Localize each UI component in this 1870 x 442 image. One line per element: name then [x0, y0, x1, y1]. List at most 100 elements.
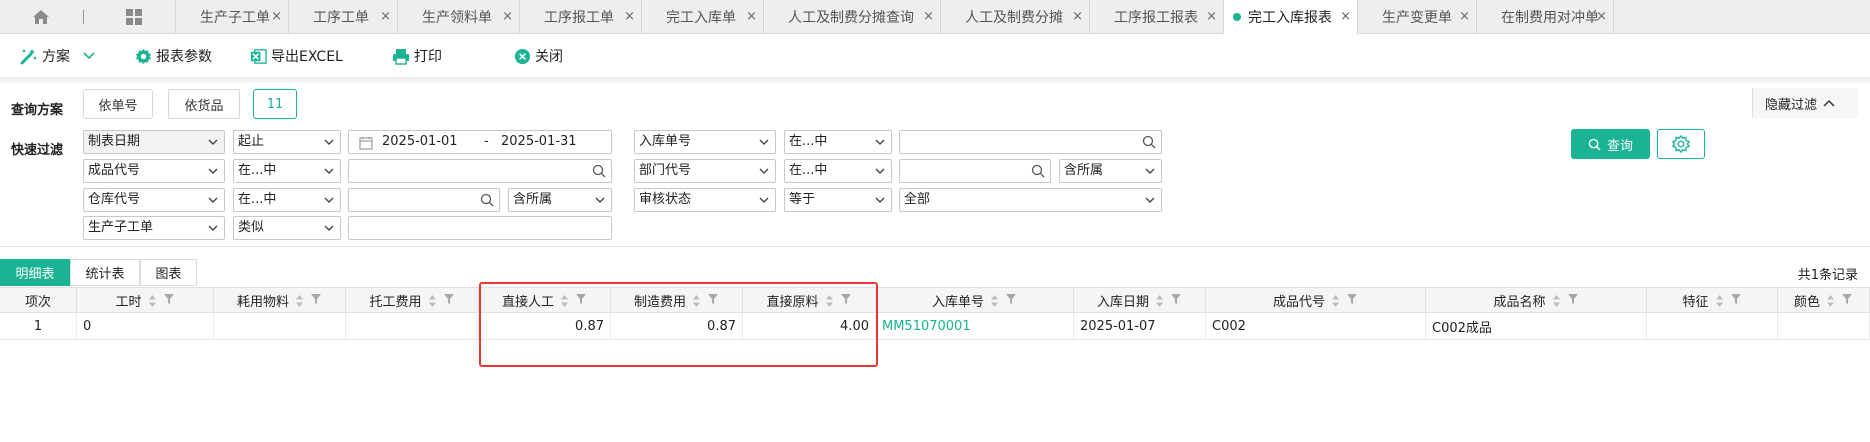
filter-icon[interactable]: [443, 293, 455, 309]
tab-process-report[interactable]: 工序报工单 ×: [519, 0, 641, 34]
close-icon[interactable]: ×: [380, 9, 391, 24]
close-icon[interactable]: ×: [502, 9, 513, 24]
filter-field-select[interactable]: 生产子工单: [83, 216, 225, 240]
close-button[interactable]: 关闭: [514, 45, 563, 67]
search-icon[interactable]: [480, 193, 494, 207]
sort-icon[interactable]: [295, 294, 304, 308]
filter-operator-select[interactable]: 类似: [233, 216, 341, 240]
filter-icon[interactable]: [1346, 293, 1358, 309]
sort-icon[interactable]: [428, 294, 437, 308]
sort-icon[interactable]: [1331, 294, 1340, 308]
filter-operator-select[interactable]: 在...中: [784, 130, 892, 154]
sort-icon[interactable]: [1552, 294, 1561, 308]
sort-icon[interactable]: [990, 294, 999, 308]
sort-icon[interactable]: [692, 294, 701, 308]
column-header[interactable]: 颜色: [1778, 288, 1870, 313]
tab-wip-cost-offset[interactable]: 在制费用对冲单 ×: [1476, 0, 1614, 34]
tab-completion-receipt[interactable]: 完工入库单 ×: [641, 0, 763, 34]
close-icon[interactable]: ×: [1596, 9, 1607, 24]
close-icon[interactable]: ×: [1459, 9, 1470, 24]
date-range-input[interactable]: 2025-01-01 - 2025-01-31: [348, 130, 612, 154]
filter-value-input[interactable]: [899, 159, 1051, 183]
tab-process-report-sheet[interactable]: 工序报工报表 ×: [1089, 0, 1223, 34]
close-icon[interactable]: ×: [746, 9, 757, 24]
filter-icon[interactable]: [1005, 293, 1017, 309]
filter-field-select[interactable]: 入库单号: [634, 130, 776, 154]
sort-icon[interactable]: [825, 294, 834, 308]
by-order-button[interactable]: 依单号: [83, 89, 153, 119]
filter-icon[interactable]: [1730, 293, 1742, 309]
query-button[interactable]: 查询: [1571, 129, 1650, 159]
filter-field-select[interactable]: 仓库代号: [83, 188, 225, 212]
scope-select[interactable]: 含所属: [508, 188, 612, 212]
filter-icon[interactable]: [163, 293, 175, 309]
filter-field-select[interactable]: 审核状态: [634, 188, 776, 212]
column-header[interactable]: 项次: [0, 288, 77, 313]
column-header[interactable]: 直接人工: [479, 288, 611, 313]
filter-icon[interactable]: [575, 293, 587, 309]
column-header[interactable]: 成品名称: [1426, 288, 1647, 313]
print-button[interactable]: 打印: [392, 45, 442, 67]
tab-stats[interactable]: 统计表: [70, 259, 140, 286]
sort-icon[interactable]: [560, 294, 569, 308]
sort-icon[interactable]: [1826, 294, 1835, 308]
filter-icon[interactable]: [840, 293, 852, 309]
tab-process-order[interactable]: 工序工单 ×: [288, 0, 397, 34]
tab-production-change[interactable]: 生产变更单 ×: [1357, 0, 1476, 34]
column-header[interactable]: 直接原料: [743, 288, 876, 313]
column-header[interactable]: 制造费用: [611, 288, 743, 313]
column-header[interactable]: 入库日期: [1074, 288, 1206, 313]
report-params-button[interactable]: 报表参数: [135, 45, 212, 67]
column-header[interactable]: 耗用物料: [214, 288, 346, 313]
tab-completion-receipt-report[interactable]: 完工入库报表 ×: [1223, 0, 1357, 34]
column-header[interactable]: 特征: [1647, 288, 1778, 313]
filter-operator-select[interactable]: 等于: [784, 188, 892, 212]
tab-labor-overhead-query[interactable]: 人工及制费分摊查询 ×: [763, 0, 940, 34]
sort-icon[interactable]: [1155, 294, 1164, 308]
filter-field-select[interactable]: 部门代号: [634, 159, 776, 183]
filter-value-input[interactable]: [348, 216, 612, 240]
filter-icon[interactable]: [707, 293, 719, 309]
search-icon[interactable]: [1031, 164, 1045, 178]
filter-value-input[interactable]: [348, 159, 612, 183]
column-header[interactable]: 成品代号: [1206, 288, 1426, 313]
sort-icon[interactable]: [148, 294, 157, 308]
filter-field-select[interactable]: 制表日期: [83, 130, 225, 154]
apps-button[interactable]: [96, 0, 172, 34]
filter-icon[interactable]: [1841, 293, 1853, 309]
scope-select[interactable]: 含所属: [1059, 159, 1162, 183]
close-icon[interactable]: ×: [1072, 9, 1083, 24]
filter-icon[interactable]: [1170, 293, 1182, 309]
scheme-button[interactable]: 方案: [20, 45, 96, 67]
tab-chart[interactable]: 图表: [140, 259, 197, 286]
query-settings-button[interactable]: [1657, 129, 1705, 159]
filter-operator-select[interactable]: 在...中: [233, 159, 341, 183]
home-button[interactable]: [0, 0, 82, 34]
scheme-count-button[interactable]: 11: [253, 89, 297, 119]
filter-operator-select[interactable]: 在...中: [784, 159, 892, 183]
search-icon[interactable]: [1142, 135, 1156, 149]
column-header[interactable]: 入库单号: [876, 288, 1074, 313]
close-icon[interactable]: ×: [923, 9, 934, 24]
filter-operator-select[interactable]: 起止: [233, 130, 341, 154]
filter-field-select[interactable]: 成品代号: [83, 159, 225, 183]
close-icon[interactable]: ×: [624, 9, 635, 24]
close-icon[interactable]: ×: [271, 9, 282, 24]
search-icon[interactable]: [592, 164, 606, 178]
receipt-number-link[interactable]: MM51070001: [876, 313, 1074, 339]
tab-labor-overhead-allocation[interactable]: 人工及制费分摊 ×: [940, 0, 1089, 34]
filter-value-input[interactable]: [348, 188, 500, 212]
export-excel-button[interactable]: 导出EXCEL: [250, 45, 343, 67]
audit-status-select[interactable]: 全部: [899, 188, 1162, 212]
filter-icon[interactable]: [310, 293, 322, 309]
filter-operator-select[interactable]: 在...中: [233, 188, 341, 212]
table-row[interactable]: 1 0 0.87 0.87 4.00 MM51070001 2025-01-07 C002 C0…: [0, 313, 1870, 340]
tab-production-sub-order[interactable]: 生产子工单 ×: [175, 0, 288, 34]
column-header[interactable]: 托工费用: [346, 288, 479, 313]
tab-material-requisition[interactable]: 生产领料单 ×: [397, 0, 519, 34]
column-header[interactable]: 工时: [77, 288, 214, 313]
hide-filter-button[interactable]: 隐藏过滤: [1752, 88, 1858, 118]
filter-value-input[interactable]: [899, 130, 1162, 154]
by-goods-button[interactable]: 依货品: [168, 89, 240, 119]
tab-detail[interactable]: 明细表: [0, 259, 70, 286]
